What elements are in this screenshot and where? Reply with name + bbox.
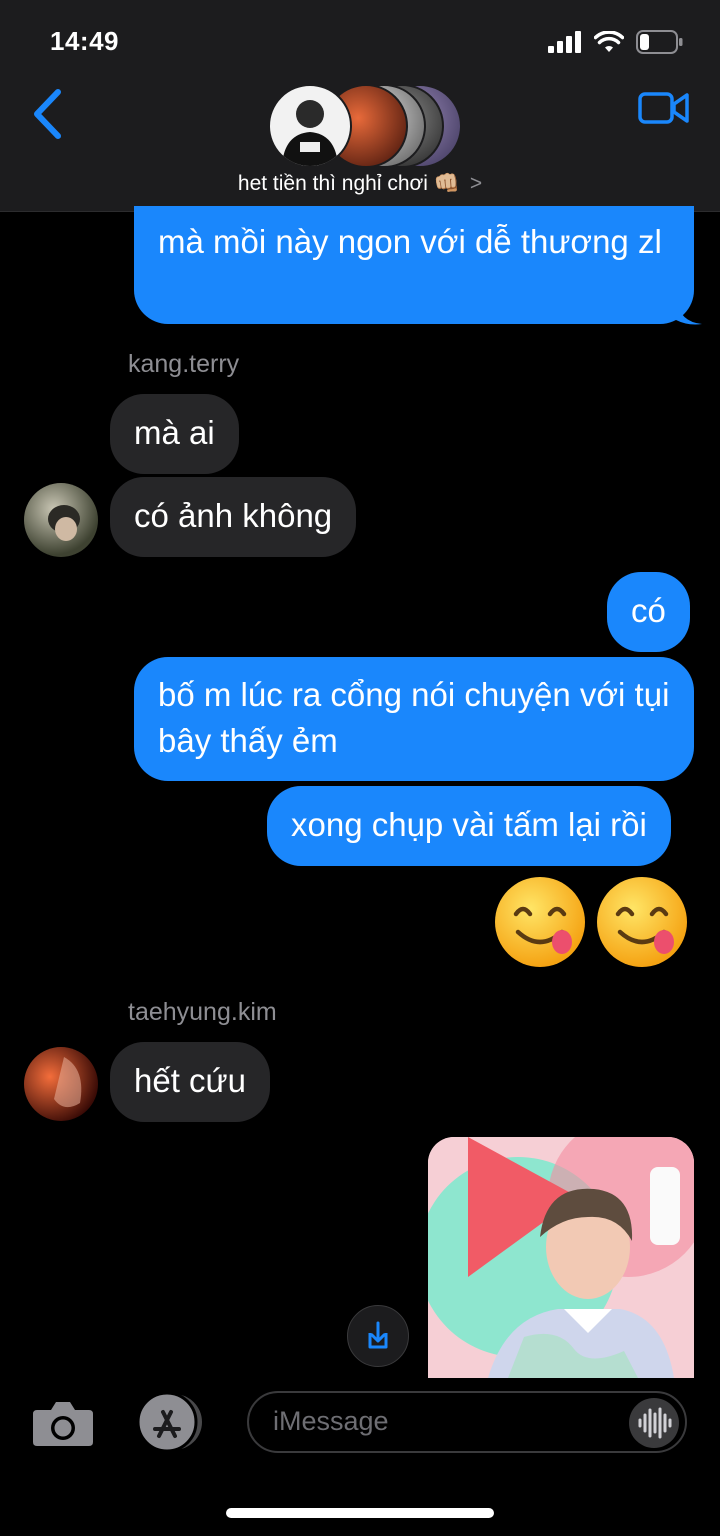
outgoing-message[interactable]: bố m lúc ra cổng nói chuyện với tụi bây … [134,657,694,781]
emoji-message[interactable] [490,872,696,972]
message-input-bar: iMessage [0,1378,720,1536]
group-name-text: het tiền thì nghỉ chơi [237,172,428,195]
group-name-emoji: 👊🏼 [433,172,460,195]
battery-icon [636,30,683,54]
group-name[interactable]: het tiền thì nghỉ chơi 👊🏼 > [0,172,720,196]
sender-avatar[interactable] [24,483,98,557]
outgoing-message[interactable]: xong chụp vài tấm lại rồi [267,786,671,866]
chevron-right-icon: > [469,172,483,195]
audio-waveform-icon [638,1407,672,1439]
save-photo-button[interactable] [347,1305,409,1367]
sender-name: taehyung.kim [128,998,277,1026]
audio-record-button[interactable] [629,1398,679,1448]
back-chevron-icon[interactable] [28,88,68,140]
bubble-tail [676,300,702,325]
group-main-avatar [268,84,352,168]
app-store-icon[interactable] [133,1392,209,1452]
status-time: 14:49 [50,26,119,56]
sender-avatar[interactable] [24,1047,98,1121]
sender-name: kang.terry [128,350,240,378]
conversation-header: 14:49 het tiền thì nghỉ chơi 👊🏼 > [0,0,720,212]
cellular-signal-icon [548,31,581,53]
save-download-icon [368,1321,388,1349]
photo-message[interactable] [428,1137,694,1378]
group-avatars[interactable] [268,84,462,168]
incoming-message[interactable]: hết cứu [110,1042,270,1122]
video-camera-icon[interactable] [638,88,690,128]
wifi-icon [594,31,624,52]
yum-face-emoji-icon [597,877,687,967]
incoming-message[interactable]: mà ai [110,394,239,474]
input-placeholder: iMessage [273,1406,389,1436]
yum-face-emoji-icon [495,877,585,967]
photo-image [428,1137,694,1378]
outgoing-message[interactable]: có [607,572,690,652]
status-icons [548,30,684,54]
incoming-message[interactable]: có ảnh không [110,477,357,557]
outgoing-message[interactable]: mà mồi này ngon với dễ thương zl [134,206,694,324]
imessage-input[interactable]: iMessage [247,1391,687,1453]
camera-icon[interactable] [31,1398,95,1448]
home-indicator [226,1508,494,1518]
